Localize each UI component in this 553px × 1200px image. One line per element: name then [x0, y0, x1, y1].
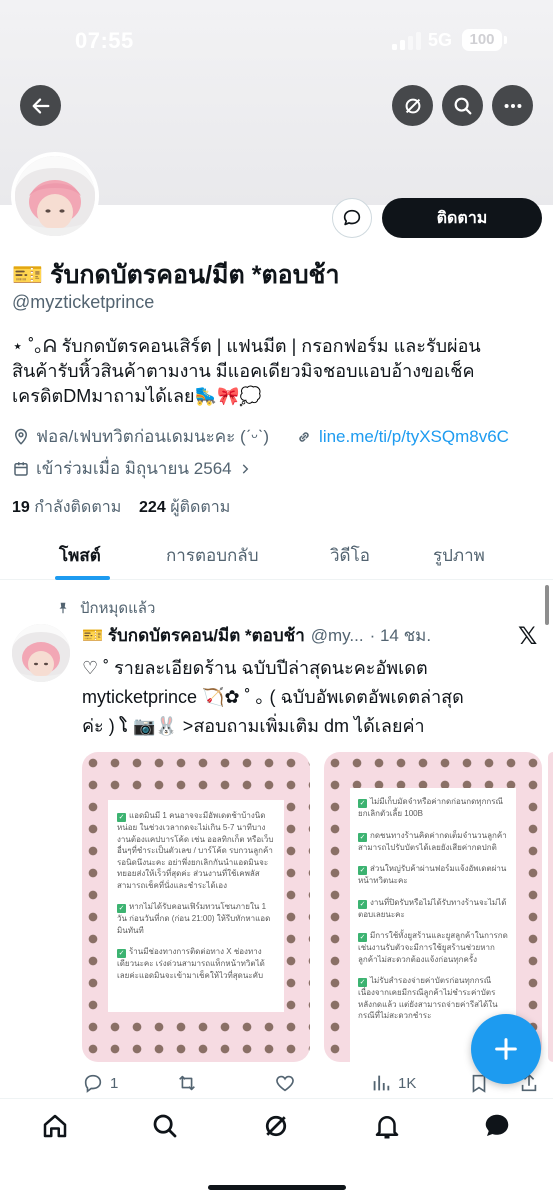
post-header: 🎫 รับกดบัตรคอน/มีต *ตอบช้า @my... · 14 ช…	[82, 622, 431, 649]
tab-posts[interactable]: โพสต์	[59, 542, 101, 569]
repost-icon	[179, 1075, 195, 1091]
rule-item: ✓ แอดมินมี 1 คนอาจจะมีอัพเดตช้าบ้างนิดหน่…	[117, 811, 274, 890]
calendar-icon	[14, 461, 28, 476]
rule-item: ✓ กดชนทางร้านคิดค่ากดเต็มจำนวนลูกค้าสามาร…	[358, 830, 507, 852]
bio-line: สินค้ารับหิ้วสินค้าตามงาน มีแอคเดียวมิจช…	[12, 361, 475, 381]
repost-button[interactable]	[176, 1072, 198, 1094]
views-icon	[373, 1075, 390, 1091]
like-button[interactable]	[274, 1072, 296, 1094]
location-text: ฟอล/เฟบทวิตก่อนเดมนะคะ (ˊᵕˋ)	[36, 427, 270, 446]
location-icon	[14, 428, 28, 445]
status-bar: 07:55 5G 100	[0, 0, 553, 80]
heart-icon	[276, 1075, 294, 1092]
reply-button[interactable]: 1	[82, 1072, 118, 1094]
post-author-handle[interactable]: @my...	[311, 626, 364, 646]
post-actions: 1 1K	[82, 1072, 542, 1100]
post-image[interactable]: ✓ แอดมินมี 1 คนอาจจะมีอัพเดตช้าบ้างนิดหน่…	[82, 752, 310, 1062]
tab-replies[interactable]: การตอบกลับ	[166, 542, 259, 569]
profile-handle: @myzticketprince	[12, 292, 155, 312]
profile-avatar[interactable]	[11, 152, 99, 240]
rule-item: ✓ งานที่ปิดรับหรือไม่ได้รับทางร้านจะไม่ได…	[358, 897, 507, 919]
messages-icon[interactable]	[482, 1111, 512, 1141]
signal-icon	[392, 32, 422, 50]
home-indicator	[208, 1185, 346, 1190]
more-icon	[504, 103, 521, 108]
tab-media[interactable]: รูปภาพ	[433, 542, 485, 569]
post-text-line: ค่ะ ) ໂ 📷🐰 >สอบถามเพิ่มเติม dm ได้เลยค่า	[82, 716, 425, 736]
status-time: 07:55	[75, 28, 134, 53]
grok-icon[interactable]	[261, 1111, 291, 1141]
bio-line: เครดิตDMมาถามได้เลย🛼🎀💭	[12, 386, 262, 406]
pinned-label: ปักหมุดแล้ว	[56, 596, 155, 620]
followers-stat[interactable]: 224 ผู้ติดตาม	[139, 499, 230, 516]
arrow-left-icon	[32, 97, 49, 114]
rule-item: ✓ ไม่มีเก็บมัดจำหรือค่ากดก่อนกดทุกกรณียกเ…	[358, 797, 503, 818]
plus-icon	[495, 1038, 517, 1060]
grok-icon	[405, 98, 420, 113]
rule-item: ✓ หากไม่ได้รับคอนเฟิร์มทวนโซนภายใน 1 วัน …	[117, 902, 271, 935]
compose-button[interactable]	[471, 1014, 541, 1084]
profile-tabs: โพสต์ การตอบกลับ วิดีโอ รูปภาพ	[0, 530, 553, 580]
home-icon[interactable]	[40, 1111, 70, 1141]
rule-item: ✓ ไม่รับสำรองจ่ายค่าบัตรก่อนทุกกรณีเนื่อง…	[358, 976, 498, 1020]
profile-meta-row: ฟอล/เฟบทวิตก่อนเดมนะคะ (ˊᵕˋ) line.me/ti/…	[12, 423, 509, 450]
pin-icon	[59, 602, 67, 614]
follow-stats: 19 กำลังติดตาม 224 ผู้ติดตาม	[12, 495, 230, 520]
display-name: 🎫 รับกดบัตรคอน/มีต *ตอบช้า	[12, 261, 340, 289]
tab-videos[interactable]: วิดีโอ	[330, 542, 370, 569]
post-text: ♡ ˚ รายละเอียดร้าน ฉบับปีล่าสุดนะคะอัพเด…	[82, 654, 542, 741]
chevron-right-icon[interactable]	[238, 462, 252, 476]
more-button[interactable]	[492, 85, 533, 126]
search-icon	[454, 97, 471, 114]
post-avatar[interactable]	[12, 624, 70, 682]
back-button[interactable]	[20, 85, 61, 126]
profile-link[interactable]: line.me/ti/p/tyXSQm8v6C	[319, 427, 509, 447]
joined-row: เข้าร่วมเมื่อ มิถุนายน 2564	[12, 455, 252, 482]
bio-line: ⋆ ˚｡ᕱ รับกดบัตรคอนเสิร์ต | แฟนมีต | กรอก…	[12, 336, 481, 356]
reply-icon	[84, 1074, 102, 1093]
post-image-card: ✓ แอดมินมี 1 คนอาจจะมีอัพเดตช้าบ้างนิดหน่…	[108, 800, 284, 1012]
message-button[interactable]	[332, 198, 372, 238]
network-type: 5G	[428, 30, 453, 50]
post-time: · 14 ชม.	[369, 626, 432, 645]
rule-item: ✓ ส่วนใหญ่รับค้าผ่านฟอร์มแจ้งอัพเดตผ่านหน…	[358, 864, 507, 885]
views-button[interactable]: 1K	[370, 1072, 416, 1094]
joined-text: เข้าร่วมเมื่อ มิถุนายน 2564	[36, 459, 232, 478]
search-button[interactable]	[442, 85, 483, 126]
x-logo-icon: 𝕏	[518, 623, 538, 650]
post-text-line: myticketprince 🏹✿ ˚ ｡ ( ฉบับอัพเดตอัพเดต…	[82, 687, 464, 707]
following-stat[interactable]: 19 กำลังติดตาม	[12, 499, 121, 516]
search-icon[interactable]	[150, 1111, 180, 1141]
message-icon	[343, 209, 361, 226]
bell-icon[interactable]	[372, 1111, 402, 1141]
link-icon	[299, 431, 309, 442]
post-image-next[interactable]	[548, 752, 553, 1062]
post-text-line: ♡ ˚ รายละเอียดร้าน ฉบับปีล่าสุดนะคะอัพเด…	[82, 658, 428, 678]
scrollbar[interactable]	[545, 585, 549, 625]
active-tab-indicator	[55, 576, 110, 580]
rule-item: ✓ มีการใช้ทั้งยูสร้านและยูสลูกค้าในการกด …	[358, 931, 508, 964]
post-author-name[interactable]: 🎫 รับกดบัตรคอน/มีต *ตอบช้า	[82, 622, 305, 649]
grok-button[interactable]	[392, 85, 433, 126]
follow-button[interactable]: ติดตาม	[382, 198, 542, 238]
battery-icon: 100	[462, 29, 507, 51]
rule-item: ✓ ร้านมีช่องทางการติดต่อทาง X ช่องทางเดีย…	[117, 947, 265, 980]
profile-bio: ⋆ ˚｡ᕱ รับกดบัตรคอนเสิร์ต | แฟนมีต | กรอก…	[12, 334, 542, 409]
